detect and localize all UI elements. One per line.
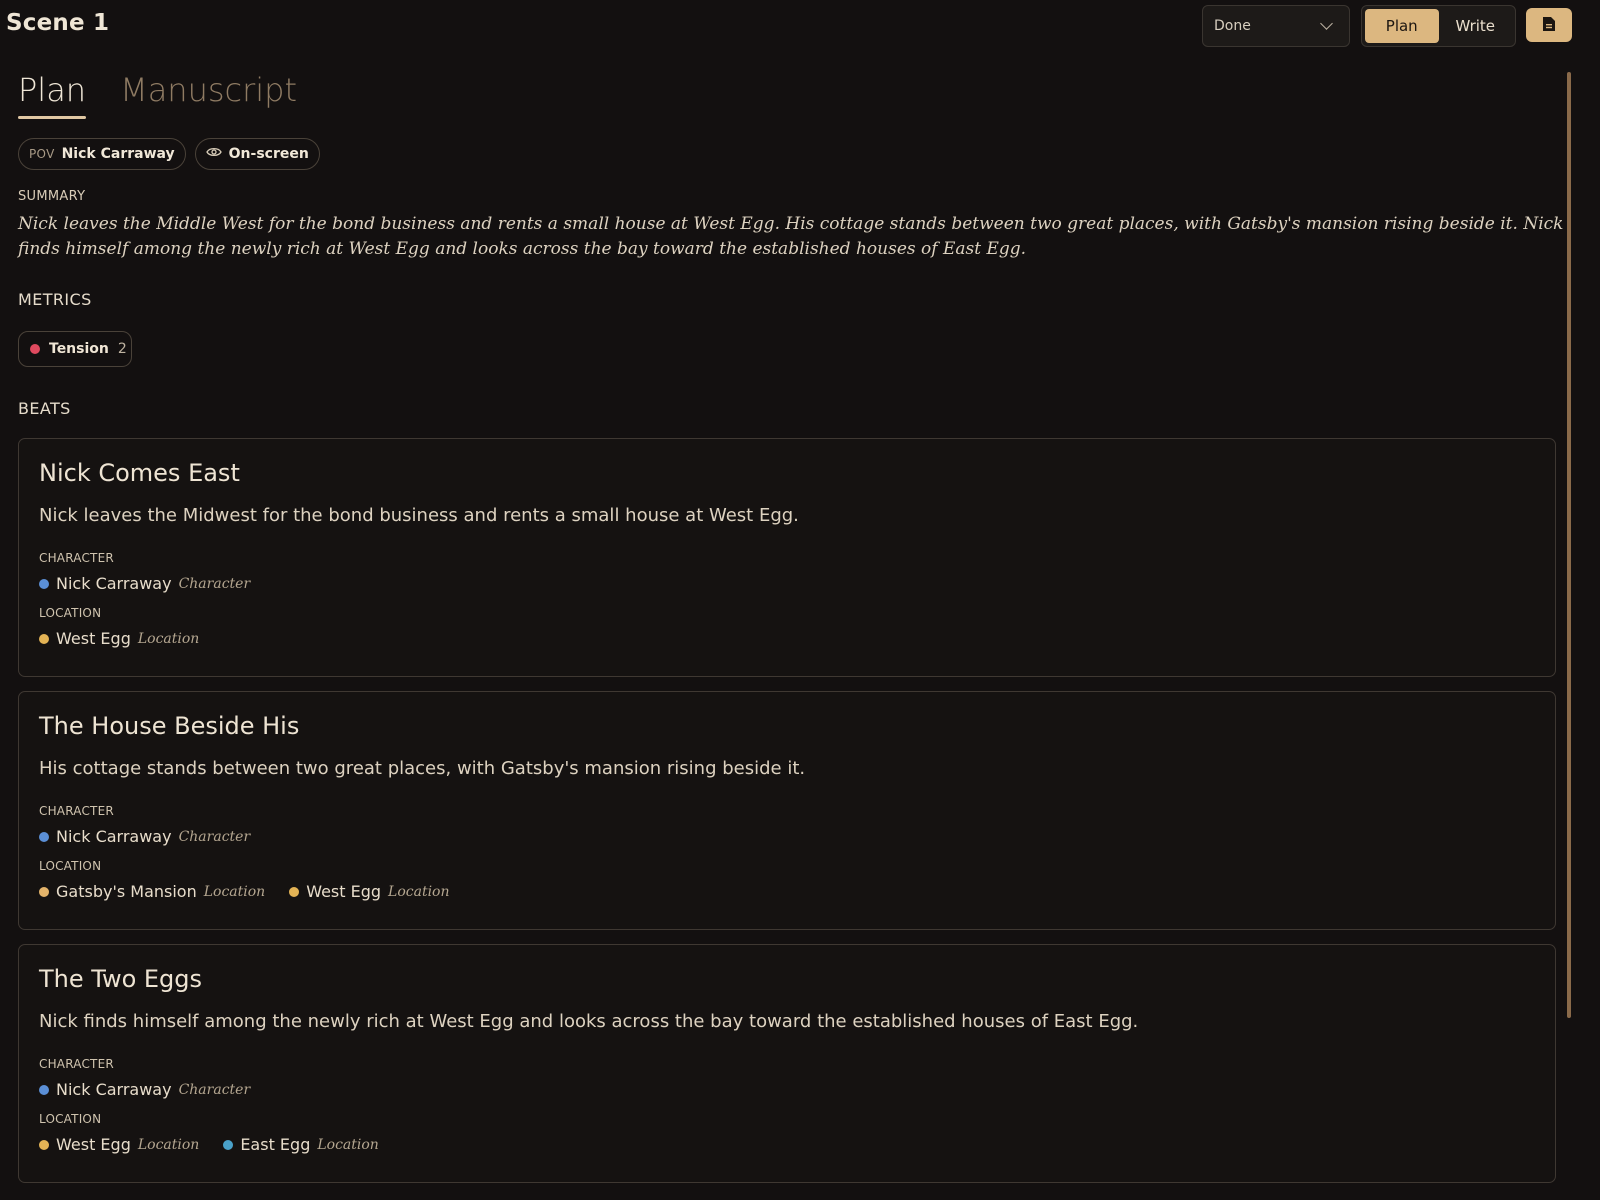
- mode-toggle: Plan Write: [1361, 5, 1516, 47]
- location-type: Location: [137, 1136, 200, 1153]
- character-type: Character: [178, 1081, 251, 1098]
- character-label: CHARACTER: [39, 1057, 114, 1071]
- location-row: West Egg Location East Egg Location: [39, 1135, 379, 1154]
- location-label: LOCATION: [39, 859, 102, 873]
- location-dot-icon: [289, 886, 300, 897]
- status-select[interactable]: Done: [1202, 5, 1350, 47]
- character-label: CHARACTER: [39, 804, 114, 818]
- tab-plan[interactable]: Plan: [18, 70, 87, 119]
- tension-dot-icon: [30, 344, 40, 354]
- pov-label: POV: [29, 147, 55, 161]
- beat-card[interactable]: The Two Eggs Nick finds himself among th…: [18, 944, 1556, 1183]
- character-tag[interactable]: Nick Carraway Character: [39, 827, 250, 846]
- location-tag[interactable]: West Egg Location: [39, 629, 199, 648]
- location-name: West Egg: [56, 1135, 131, 1154]
- beat-description: His cottage stands between two great pla…: [39, 758, 806, 779]
- pov-value: Nick Carraway: [61, 146, 175, 162]
- location-label: LOCATION: [39, 606, 102, 620]
- character-row: Nick Carraway Character: [39, 574, 250, 593]
- scrollbar[interactable]: [1567, 72, 1571, 1018]
- location-row: Gatsby's Mansion Location West Egg Locat…: [39, 882, 450, 901]
- location-type: Location: [317, 1136, 379, 1153]
- location-tag[interactable]: West Egg Location: [39, 1135, 199, 1154]
- location-row: West Egg Location: [39, 629, 199, 648]
- character-label: CHARACTER: [39, 551, 114, 565]
- location-name: West Egg: [306, 882, 382, 901]
- metric-value: 2: [117, 341, 127, 357]
- character-type: Character: [178, 828, 251, 845]
- summary-label: SUMMARY: [18, 189, 86, 204]
- location-label: LOCATION: [39, 1112, 102, 1126]
- tab-manuscript[interactable]: Manuscript: [120, 70, 297, 118]
- beats-heading: BEATS: [18, 399, 71, 418]
- character-name: Nick Carraway: [56, 827, 172, 846]
- location-dot-icon: [39, 1139, 49, 1150]
- scene-editor: Scene 1 Done Plan Write Plan Manuscript: [0, 0, 1600, 1200]
- document-icon: [1542, 16, 1556, 35]
- character-dot-icon: [39, 1084, 49, 1095]
- scene-summary: Nick leaves the Middle West for the bond…: [18, 214, 1564, 259]
- beat-description: Nick finds himself among the newly rich …: [39, 1011, 1139, 1032]
- scene-chips: POV Nick Carraway On-screen: [18, 138, 320, 170]
- view-tabs: Plan Manuscript: [18, 70, 297, 119]
- beat-title: Nick Comes East: [39, 459, 240, 487]
- character-dot-icon: [39, 831, 49, 842]
- location-type: Location: [388, 883, 450, 900]
- location-tag[interactable]: Gatsby's Mansion Location: [39, 882, 265, 901]
- character-tag[interactable]: Nick Carraway Character: [39, 574, 250, 593]
- beat-description: Nick leaves the Midwest for the bond bus…: [39, 505, 799, 526]
- write-mode-button[interactable]: Write: [1439, 9, 1513, 43]
- scene-title: Scene 1: [6, 10, 110, 36]
- metric-name: Tension: [49, 341, 109, 357]
- location-dot-icon: [223, 1139, 234, 1150]
- status-value: Done: [1214, 18, 1251, 34]
- header: Scene 1 Done Plan Write: [0, 0, 1600, 52]
- beat-title: The Two Eggs: [39, 965, 203, 993]
- character-tag[interactable]: Nick Carraway Character: [39, 1080, 250, 1099]
- character-name: Nick Carraway: [56, 1080, 172, 1099]
- character-row: Nick Carraway Character: [39, 1080, 250, 1099]
- chevron-down-icon: [1320, 17, 1333, 30]
- beat-title: The House Beside His: [39, 712, 300, 740]
- location-dot-icon: [39, 633, 49, 644]
- location-name: East Egg: [240, 1135, 311, 1154]
- visibility-chip[interactable]: On-screen: [194, 138, 320, 170]
- location-name: Gatsby's Mansion: [56, 882, 197, 901]
- metric-chip-tension[interactable]: Tension 2: [18, 331, 132, 367]
- beat-card[interactable]: Nick Comes East Nick leaves the Midwest …: [18, 438, 1556, 677]
- location-tag[interactable]: West Egg Location: [289, 882, 450, 901]
- visibility-label: On-screen: [228, 146, 309, 162]
- metrics-heading: METRICS: [18, 290, 92, 309]
- location-tag[interactable]: East Egg Location: [223, 1135, 379, 1154]
- character-type: Character: [178, 575, 251, 592]
- plan-mode-button[interactable]: Plan: [1365, 9, 1439, 43]
- character-row: Nick Carraway Character: [39, 827, 250, 846]
- location-dot-icon: [39, 886, 49, 897]
- location-name: West Egg: [56, 629, 131, 648]
- character-dot-icon: [39, 578, 49, 589]
- pov-chip[interactable]: POV Nick Carraway: [18, 138, 186, 170]
- save-document-button[interactable]: [1526, 8, 1572, 42]
- location-type: Location: [137, 630, 200, 647]
- eye-icon: [205, 146, 222, 162]
- location-type: Location: [203, 883, 266, 900]
- character-name: Nick Carraway: [56, 574, 172, 593]
- beat-card[interactable]: The House Beside His His cottage stands …: [18, 691, 1556, 930]
